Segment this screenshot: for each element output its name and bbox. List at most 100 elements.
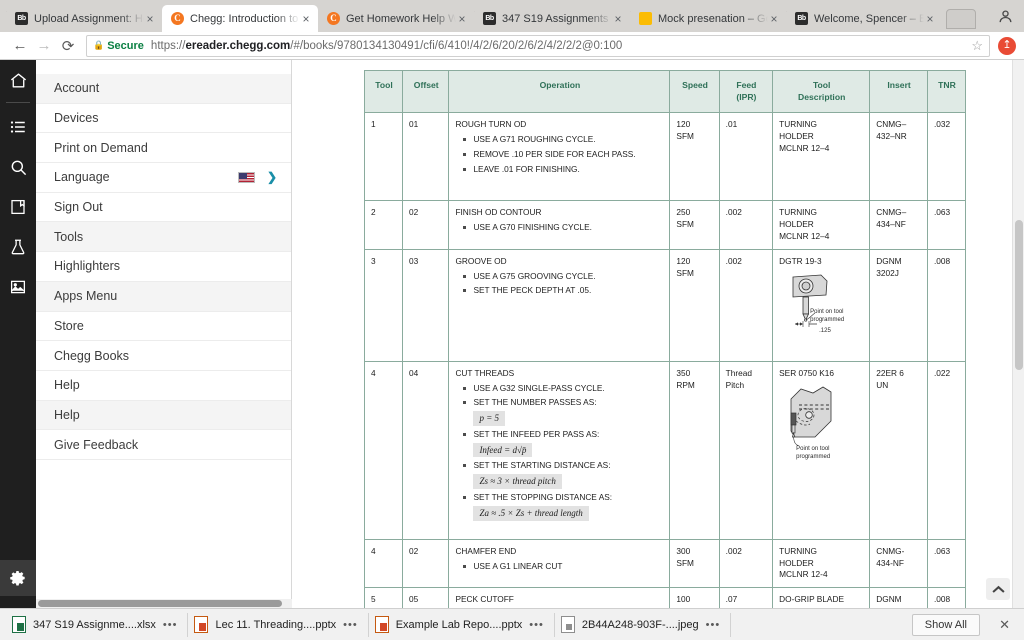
menu-item-language[interactable]: Language ❯ xyxy=(36,163,291,193)
menu-item-give-feedback[interactable]: Give Feedback xyxy=(36,430,291,460)
tab-title: Chegg: Introduction to C xyxy=(190,12,300,25)
desc-line: TURNING xyxy=(779,207,817,218)
close-icon[interactable]: × xyxy=(456,13,468,25)
col-header-feed-l1: Feed xyxy=(736,80,757,90)
download-item[interactable]: Lec 11. Threading....pptx ••• xyxy=(188,612,369,637)
browser-tab-5[interactable]: Mock presenation – Goog × xyxy=(630,5,786,32)
insert-line: 22ER 6 xyxy=(876,367,904,378)
scrollbar-thumb[interactable] xyxy=(1015,220,1023,370)
pptx-file-icon xyxy=(374,616,389,633)
page-scrollbar-vertical[interactable] xyxy=(1012,60,1024,608)
table-row: 3 03 GROOVE OD USE A G75 GROOVING CYCLE.… xyxy=(364,248,967,362)
download-menu-icon[interactable]: ••• xyxy=(706,619,721,631)
cell-tnr: .008 xyxy=(926,587,967,608)
bookmark-icon[interactable] xyxy=(0,187,36,227)
extension-icon[interactable]: ↥ xyxy=(998,36,1016,55)
menu-item-store[interactable]: Store xyxy=(36,312,291,342)
pptx-file-icon xyxy=(194,616,209,633)
download-item[interactable]: 347 S19 Assignme....xlsx ••• xyxy=(6,612,189,637)
download-menu-icon[interactable]: ••• xyxy=(529,619,544,631)
cell-tnr: .063 xyxy=(926,538,967,589)
close-icon[interactable]: × xyxy=(300,13,312,25)
home-icon[interactable] xyxy=(0,60,36,100)
close-icon[interactable]: × xyxy=(924,13,936,25)
cell-tnr: .008 xyxy=(926,248,967,362)
menu-item-sign-out[interactable]: Sign Out xyxy=(36,193,291,223)
flask-icon[interactable] xyxy=(0,227,36,267)
desc-line: HOLDER xyxy=(779,219,814,230)
speed-l1: 120 xyxy=(676,255,691,266)
profile-icon[interactable] xyxy=(994,5,1016,27)
menu-item-print-on-demand[interactable]: Print on Demand xyxy=(36,133,291,164)
menu-item-label: Give Feedback xyxy=(54,437,139,452)
menu-item-account[interactable]: Account xyxy=(36,74,291,104)
browser-tab-3[interactable]: C Get Homework Help With × xyxy=(318,5,474,32)
browser-tab-4[interactable]: Bb 347 S19 Assignments – M × xyxy=(474,5,630,32)
menu-item-apps-menu[interactable]: Apps Menu xyxy=(36,281,291,312)
col-header-operation: Operation xyxy=(448,69,671,114)
download-item[interactable]: 2B44A248-903F-....jpeg ••• xyxy=(555,612,732,637)
cell-tool: 5 xyxy=(364,587,403,608)
menu-item-label: Tools xyxy=(54,229,84,244)
formula-start-distance: Zs ≈ 3 × thread pitch xyxy=(473,474,562,490)
menu-item-help-secondary[interactable]: Help xyxy=(36,400,291,431)
address-bar[interactable]: 🔒 Secure https://ereader.chegg.com/#/boo… xyxy=(86,34,990,57)
menu-item-label: Language xyxy=(54,170,110,185)
browser-tab-6[interactable]: Bb Welcome, Spencer – Blac × xyxy=(786,5,942,32)
chevron-up-icon[interactable] xyxy=(986,578,1010,600)
omnibox-toolbar: ← → ⟳ 🔒 Secure https://ereader.chegg.com… xyxy=(0,32,1024,60)
browser-window: Bb Upload Assignment: Hom × C Chegg: Int… xyxy=(0,0,1024,640)
operation-title: GROOVE OD xyxy=(455,255,507,266)
browser-tab-2[interactable]: C Chegg: Introduction to C × xyxy=(162,5,318,32)
back-icon[interactable]: ← xyxy=(8,34,32,58)
menu-scrollbar-horizontal[interactable] xyxy=(36,599,292,608)
show-all-downloads-button[interactable]: Show All xyxy=(911,613,980,636)
menu-item-highlighters[interactable]: Highlighters xyxy=(36,252,291,282)
close-icon[interactable]: × xyxy=(768,13,780,25)
close-icon[interactable]: × xyxy=(144,13,156,25)
download-filename: 347 S19 Assignme....xlsx xyxy=(33,618,156,631)
star-icon[interactable]: ☆ xyxy=(971,38,983,54)
speed-l2: RPM xyxy=(676,379,695,390)
scrollbar-thumb[interactable] xyxy=(38,600,282,607)
menu-item-help[interactable]: Help xyxy=(36,371,291,401)
tab-title: Upload Assignment: Hom xyxy=(34,12,144,25)
tab-title: Get Homework Help With xyxy=(346,12,456,25)
menu-item-chegg-books[interactable]: Chegg Books xyxy=(36,341,291,371)
tab-title: Welcome, Spencer – Blac xyxy=(814,12,924,25)
col-header-feed: Feed (IPR) xyxy=(718,69,774,114)
table-header-row: Tool Offset Operation Speed Feed (IPR) T… xyxy=(364,69,967,114)
rail-divider xyxy=(6,102,30,103)
browser-tab-1[interactable]: Bb Upload Assignment: Hom × xyxy=(6,5,162,32)
download-menu-icon[interactable]: ••• xyxy=(163,619,178,631)
bullet: SET THE PECK DEPTH AT .05. xyxy=(463,285,664,297)
list-icon[interactable] xyxy=(0,107,36,147)
desc-line: SER 0750 K16 xyxy=(779,367,835,378)
chevron-right-icon[interactable]: ❯ xyxy=(267,170,277,184)
table-row: 5 05 PECK CUTOFF USE A G75 PECK CUTOFF C… xyxy=(364,587,967,608)
menu-item-devices[interactable]: Devices xyxy=(36,104,291,134)
speed-l2: SFM xyxy=(676,219,694,230)
download-menu-icon[interactable]: ••• xyxy=(343,619,358,631)
search-icon[interactable] xyxy=(0,147,36,187)
operation-bullets: USE A G1 LINEAR CUT xyxy=(463,561,664,573)
download-item[interactable]: Example Lab Repo....pptx ••• xyxy=(369,612,555,637)
new-tab-button[interactable] xyxy=(946,9,976,29)
cell-feed: Thread Pitch xyxy=(718,360,774,540)
table-body: 1 01 ROUGH TURN OD USE A G71 ROUGHING CY… xyxy=(364,112,967,608)
col-header-desc-l1: Tool xyxy=(812,80,831,90)
menu-item-tools[interactable]: Tools xyxy=(36,222,291,253)
forward-icon[interactable]: → xyxy=(32,34,56,58)
operation-bullets: USE A G70 FINISHING CYCLE. xyxy=(463,222,664,234)
desc-line: TURNING xyxy=(779,545,817,556)
close-downloads-bar-icon[interactable]: ✕ xyxy=(999,617,1010,633)
desc-line: MCLNR 12–4 xyxy=(779,230,830,241)
download-filename: Lec 11. Threading....pptx xyxy=(215,618,337,631)
gear-icon[interactable] xyxy=(0,560,36,596)
image-icon[interactable] xyxy=(0,267,36,307)
close-icon[interactable]: × xyxy=(612,13,624,25)
cell-insert: CNMG– 434–NF xyxy=(869,200,928,250)
bullet: LEAVE .01 FOR FINISHING. xyxy=(463,164,664,176)
reload-icon[interactable]: ⟳ xyxy=(56,34,80,58)
cell-feed: .002 xyxy=(718,538,774,589)
